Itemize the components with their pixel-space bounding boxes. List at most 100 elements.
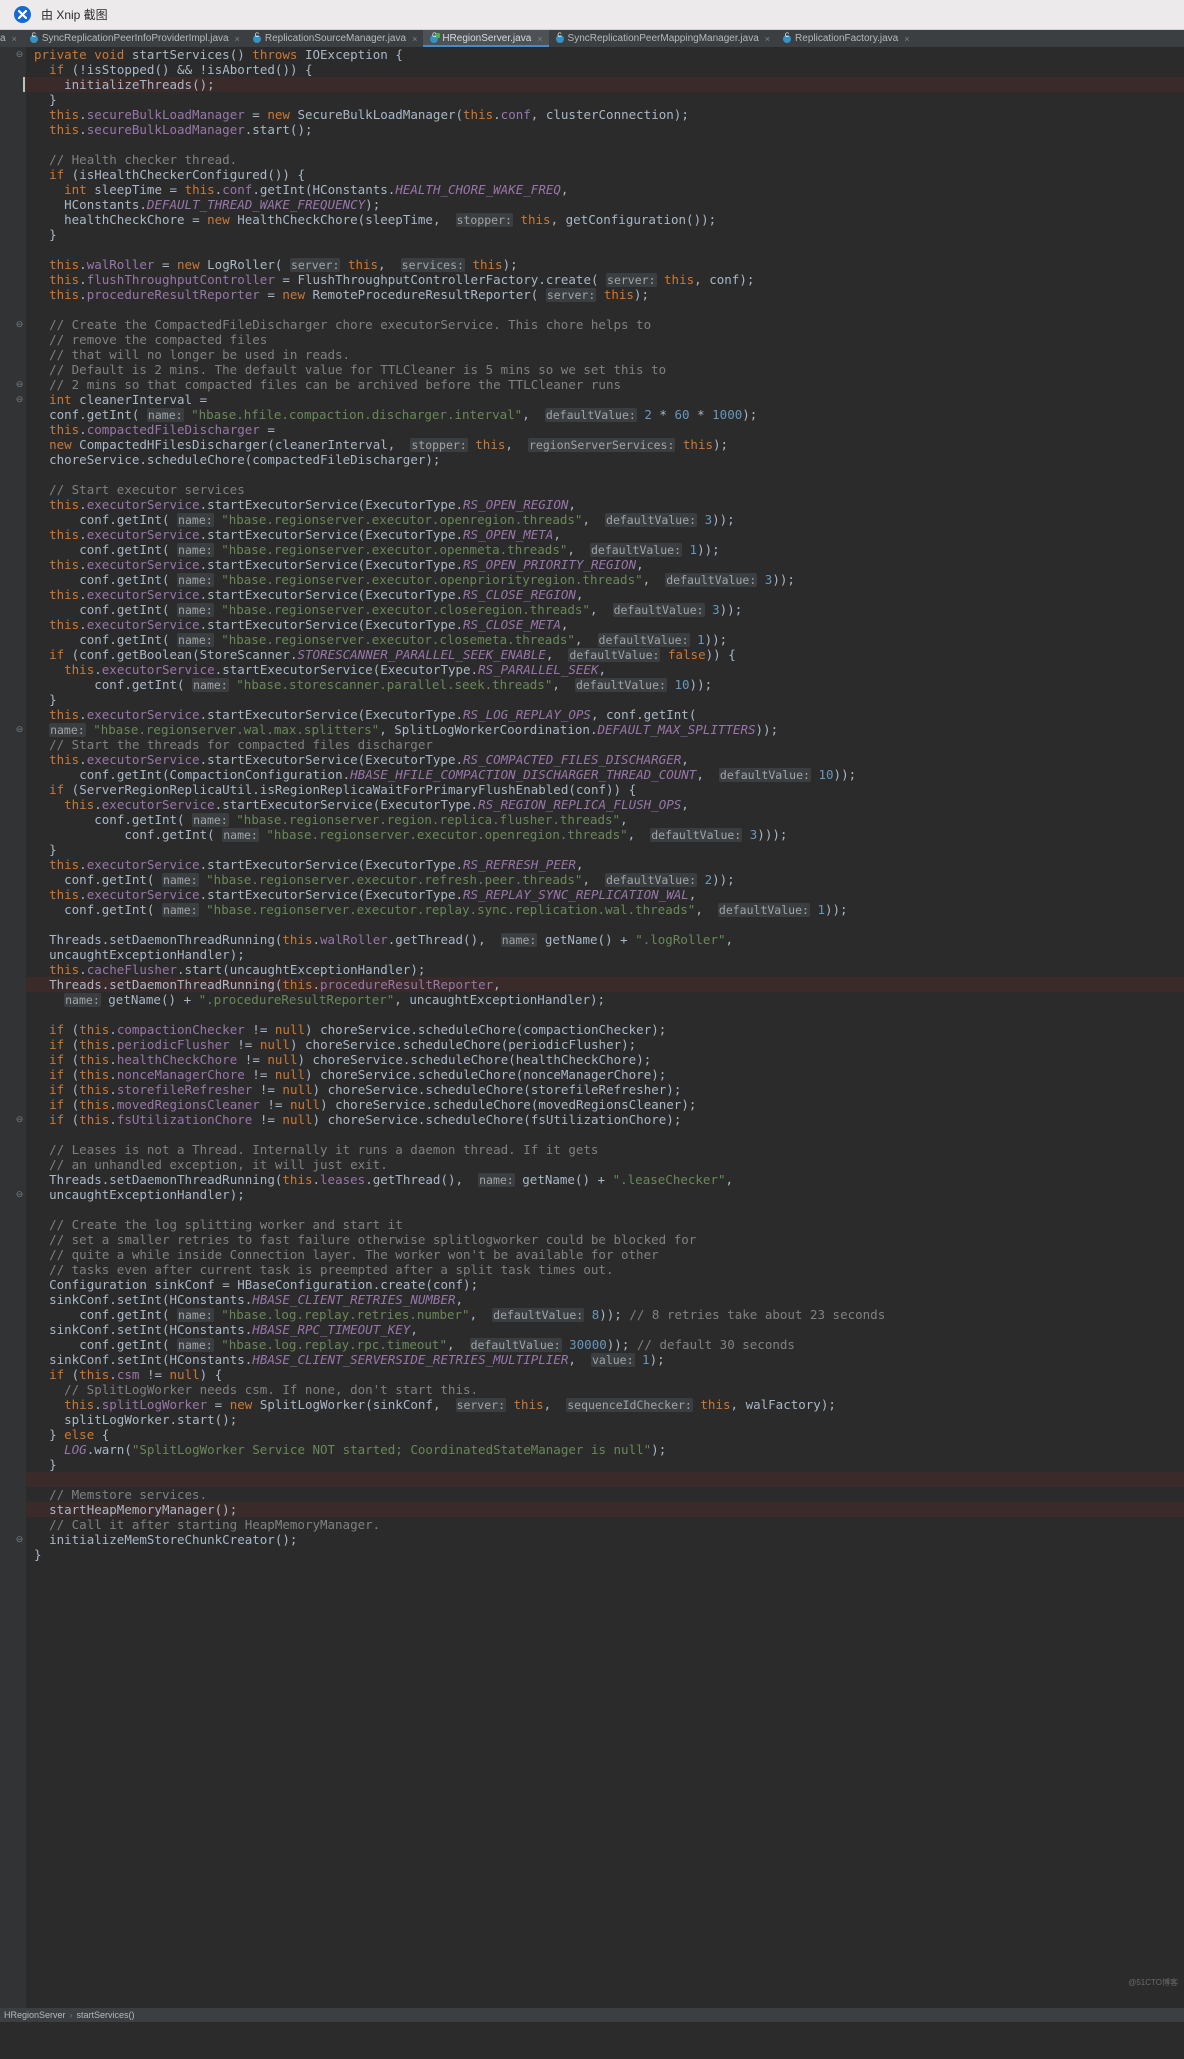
code-line[interactable]: this.cacheFlusher.start(uncaughtExceptio… (26, 962, 1184, 977)
code-line[interactable]: // Call it after starting HeapMemoryMana… (26, 1517, 1184, 1532)
tab-close-icon[interactable]: × (537, 34, 542, 44)
code-line[interactable]: Threads.setDaemonThreadRunning(this.proc… (26, 977, 1184, 992)
code-line[interactable]: conf.getInt(CompactionConfiguration.HBAS… (26, 767, 1184, 782)
fold-toggle-icon[interactable]: ⊖ (15, 1115, 24, 1124)
fold-toggle-icon[interactable]: ⊖ (15, 1190, 24, 1199)
code-line[interactable]: this.executorService.startExecutorServic… (26, 497, 1184, 512)
code-line[interactable]: if (this.nonceManagerChore != null) chor… (26, 1067, 1184, 1082)
tab-close-icon[interactable]: × (904, 34, 909, 44)
code-line[interactable]: conf.getInt( name: "hbase.regionserver.e… (26, 632, 1184, 647)
code-line[interactable]: name: "hbase.regionserver.wal.max.splitt… (26, 722, 1184, 737)
code-line[interactable]: this.executorService.startExecutorServic… (26, 707, 1184, 722)
status-method-name[interactable]: startServices() (77, 2010, 135, 2020)
code-line[interactable]: int cleanerInterval = (26, 392, 1184, 407)
code-line[interactable]: initializeThreads(); (26, 77, 1184, 92)
code-line[interactable] (26, 1127, 1184, 1142)
editor-tab-1[interactable]: SyncReplicationPeerInfoProviderImpl.java… (22, 30, 246, 47)
code-line[interactable]: conf.getInt( name: "hbase.regionserver.e… (26, 542, 1184, 557)
fold-toggle-icon[interactable]: ⊖ (15, 395, 24, 404)
code-line[interactable]: int sleepTime = this.conf.getInt(HConsta… (26, 182, 1184, 197)
code-line[interactable]: private void startServices() throws IOEx… (26, 47, 1184, 62)
tab-close-icon[interactable]: × (12, 34, 17, 44)
code-line[interactable]: this.walRoller = new LogRoller( server: … (26, 257, 1184, 272)
code-line[interactable]: conf.getInt( name: "hbase.regionserver.e… (26, 827, 1184, 842)
fold-toggle-icon[interactable]: ⊖ (15, 320, 24, 329)
code-line[interactable] (26, 242, 1184, 257)
code-editor[interactable]: ⊖ ⊖ ⊖ ⊖ ⊖ ⊖ ⊖ ⊖ private void startServices() th… (0, 47, 1184, 2008)
code-line[interactable]: uncaughtExceptionHandler); (26, 1187, 1184, 1202)
tab-close-icon[interactable]: × (765, 34, 770, 44)
editor-gutter[interactable]: ⊖ ⊖ ⊖ ⊖ ⊖ ⊖ ⊖ ⊖ (0, 47, 26, 2008)
editor-tab-bar[interactable]: a×SyncReplicationPeerInfoProviderImpl.ja… (0, 30, 1184, 47)
code-line[interactable]: this.executorService.startExecutorServic… (26, 587, 1184, 602)
code-line[interactable]: // set a smaller retries to fast failure… (26, 1232, 1184, 1247)
code-line[interactable]: this.secureBulkLoadManager.start(); (26, 122, 1184, 137)
code-line[interactable]: new CompactedHFilesDischarger(cleanerInt… (26, 437, 1184, 452)
code-line[interactable]: conf.getInt( name: "hbase.regionserver.e… (26, 902, 1184, 917)
code-line[interactable]: if (this.compactionChecker != null) chor… (26, 1022, 1184, 1037)
code-line[interactable]: if (this.storefileRefresher != null) cho… (26, 1082, 1184, 1097)
code-line[interactable]: // tasks even after current task is pree… (26, 1262, 1184, 1277)
status-class-name[interactable]: HRegionServer (4, 2010, 66, 2020)
code-line[interactable]: conf.getInt( name: "hbase.regionserver.e… (26, 572, 1184, 587)
code-line[interactable]: conf.getInt( name: "hbase.regionserver.r… (26, 812, 1184, 827)
code-line[interactable]: initializeMemStoreChunkCreator(); (26, 1532, 1184, 1547)
code-line[interactable]: this.secureBulkLoadManager = new SecureB… (26, 107, 1184, 122)
code-line[interactable]: } (26, 227, 1184, 242)
code-line[interactable]: if (this.fsUtilizationChore != null) cho… (26, 1112, 1184, 1127)
code-line[interactable]: conf.getInt( name: "hbase.regionserver.e… (26, 872, 1184, 887)
code-line[interactable] (26, 917, 1184, 932)
code-line[interactable]: // Start executor services (26, 482, 1184, 497)
code-line[interactable]: conf.getInt( name: "hbase.regionserver.e… (26, 602, 1184, 617)
code-line[interactable]: HConstants.DEFAULT_THREAD_WAKE_FREQUENCY… (26, 197, 1184, 212)
editor-tab-0[interactable]: a × (0, 30, 23, 47)
code-line[interactable]: // an unhandled exception, it will just … (26, 1157, 1184, 1172)
code-line[interactable]: this.executorService.startExecutorServic… (26, 752, 1184, 767)
code-line[interactable]: LOG.warn("SplitLogWorker Service NOT sta… (26, 1442, 1184, 1457)
code-line[interactable]: conf.getInt( name: "hbase.log.replay.ret… (26, 1307, 1184, 1322)
code-line[interactable]: if (isHealthCheckerConfigured()) { (26, 167, 1184, 182)
code-line[interactable]: sinkConf.setInt(HConstants.HBASE_CLIENT_… (26, 1292, 1184, 1307)
code-line[interactable]: // quite a while inside Connection layer… (26, 1247, 1184, 1262)
code-line[interactable]: this.executorService.startExecutorServic… (26, 617, 1184, 632)
code-line[interactable]: sinkConf.setInt(HConstants.HBASE_CLIENT_… (26, 1352, 1184, 1367)
code-line[interactable]: if (this.periodicFlusher != null) choreS… (26, 1037, 1184, 1052)
code-line[interactable]: this.executorService.startExecutorServic… (26, 857, 1184, 872)
editor-tab-2[interactable]: ReplicationSourceManager.java × (245, 30, 424, 47)
code-line[interactable] (26, 302, 1184, 317)
code-line[interactable]: // SplitLogWorker needs csm. If none, do… (26, 1382, 1184, 1397)
code-line[interactable]: choreService.scheduleChore(compactedFile… (26, 452, 1184, 467)
code-content[interactable]: private void startServices() throws IOEx… (26, 47, 1184, 2008)
code-line[interactable]: this.splitLogWorker = new SplitLogWorker… (26, 1397, 1184, 1412)
code-line[interactable]: // Create the log splitting worker and s… (26, 1217, 1184, 1232)
code-line[interactable]: if (ServerRegionReplicaUtil.isRegionRepl… (26, 782, 1184, 797)
code-line[interactable]: conf.getInt( name: "hbase.regionserver.e… (26, 512, 1184, 527)
code-line[interactable]: } (26, 1457, 1184, 1472)
code-line[interactable] (26, 1007, 1184, 1022)
code-line[interactable]: // Health checker thread. (26, 152, 1184, 167)
code-line[interactable]: if (this.movedRegionsCleaner != null) ch… (26, 1097, 1184, 1112)
fold-toggle-icon[interactable]: ⊖ (15, 50, 24, 59)
code-line[interactable]: sinkConf.setInt(HConstants.HBASE_RPC_TIM… (26, 1322, 1184, 1337)
code-line[interactable]: startHeapMemoryManager(); (26, 1502, 1184, 1517)
code-line[interactable]: // Start the threads for compacted files… (26, 737, 1184, 752)
code-line[interactable] (26, 137, 1184, 152)
code-line[interactable]: this.executorService.startExecutorServic… (26, 797, 1184, 812)
code-line[interactable]: healthCheckChore = new HealthCheckChore(… (26, 212, 1184, 227)
code-line[interactable]: conf.getInt( name: "hbase.log.replay.rpc… (26, 1337, 1184, 1352)
code-line[interactable]: conf.getInt( name: "hbase.storescanner.p… (26, 677, 1184, 692)
code-line[interactable]: // Default is 2 mins. The default value … (26, 362, 1184, 377)
code-line[interactable]: // Create the CompactedFileDischarger ch… (26, 317, 1184, 332)
code-line[interactable]: this.executorService.startExecutorServic… (26, 887, 1184, 902)
code-line[interactable]: if (this.csm != null) { (26, 1367, 1184, 1382)
code-line[interactable] (26, 1202, 1184, 1217)
code-line[interactable]: this.executorService.startExecutorServic… (26, 662, 1184, 677)
code-line[interactable]: } (26, 1547, 1184, 1562)
code-line[interactable]: Configuration sinkConf = HBaseConfigurat… (26, 1277, 1184, 1292)
code-line[interactable]: } else { (26, 1427, 1184, 1442)
code-line[interactable]: uncaughtExceptionHandler); (26, 947, 1184, 962)
code-line[interactable]: // Memstore services. (26, 1487, 1184, 1502)
code-line[interactable]: } (26, 842, 1184, 857)
fold-toggle-icon[interactable]: ⊖ (15, 725, 24, 734)
code-line[interactable]: Threads.setDaemonThreadRunning(this.leas… (26, 1172, 1184, 1187)
